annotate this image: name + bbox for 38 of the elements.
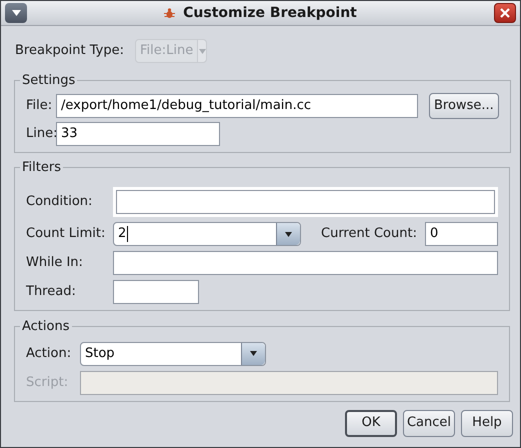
caret-icon bbox=[198, 48, 206, 54]
current-count-field[interactable]: 0 bbox=[425, 222, 498, 246]
close-icon bbox=[500, 8, 510, 18]
group-title: Filters bbox=[21, 158, 62, 176]
line-field[interactable]: 33 bbox=[56, 122, 220, 146]
field-label: Action: bbox=[26, 344, 72, 363]
field-label: Thread: bbox=[26, 283, 77, 302]
action-dropdown[interactable]: Stop bbox=[80, 342, 266, 366]
caret-icon bbox=[250, 351, 257, 356]
caret-icon bbox=[285, 232, 292, 236]
dropdown-button[interactable] bbox=[241, 342, 265, 364]
field-label: Count Limit: bbox=[26, 225, 106, 244]
while-in-field[interactable] bbox=[113, 251, 498, 275]
close-button[interactable] bbox=[494, 3, 516, 23]
field-label: While In: bbox=[26, 254, 84, 272]
group-title: Actions bbox=[21, 318, 70, 336]
window-menu-button[interactable] bbox=[5, 3, 27, 23]
file-field[interactable]: /export/home1/debug_tutorial/main.cc bbox=[56, 94, 418, 118]
dropdown-button[interactable] bbox=[276, 223, 300, 245]
caret-icon bbox=[12, 10, 20, 16]
field-label: Condition: bbox=[26, 193, 94, 212]
browse-button[interactable]: Browse... bbox=[429, 92, 499, 118]
field-label: File: bbox=[26, 96, 50, 115]
dialog-button[interactable]: Help bbox=[461, 410, 513, 436]
field-label: Current Count: bbox=[321, 225, 418, 244]
window-title: Customize Breakpoint bbox=[183, 4, 357, 22]
field-label: Script: bbox=[26, 374, 70, 392]
field-label: Line: bbox=[26, 124, 56, 143]
condition-field[interactable] bbox=[116, 190, 495, 214]
dialog-button[interactable]: Cancel bbox=[403, 410, 455, 436]
script-field[interactable] bbox=[80, 370, 498, 394]
field-label: Breakpoint Type: bbox=[15, 42, 125, 60]
count-limit-dropdown[interactable]: 2 bbox=[113, 222, 301, 246]
dialog-button[interactable]: OK bbox=[345, 410, 397, 436]
text-cursor bbox=[127, 226, 128, 242]
bug-icon bbox=[164, 8, 176, 18]
thread-field[interactable] bbox=[113, 280, 199, 304]
group-title: Settings bbox=[21, 72, 76, 90]
